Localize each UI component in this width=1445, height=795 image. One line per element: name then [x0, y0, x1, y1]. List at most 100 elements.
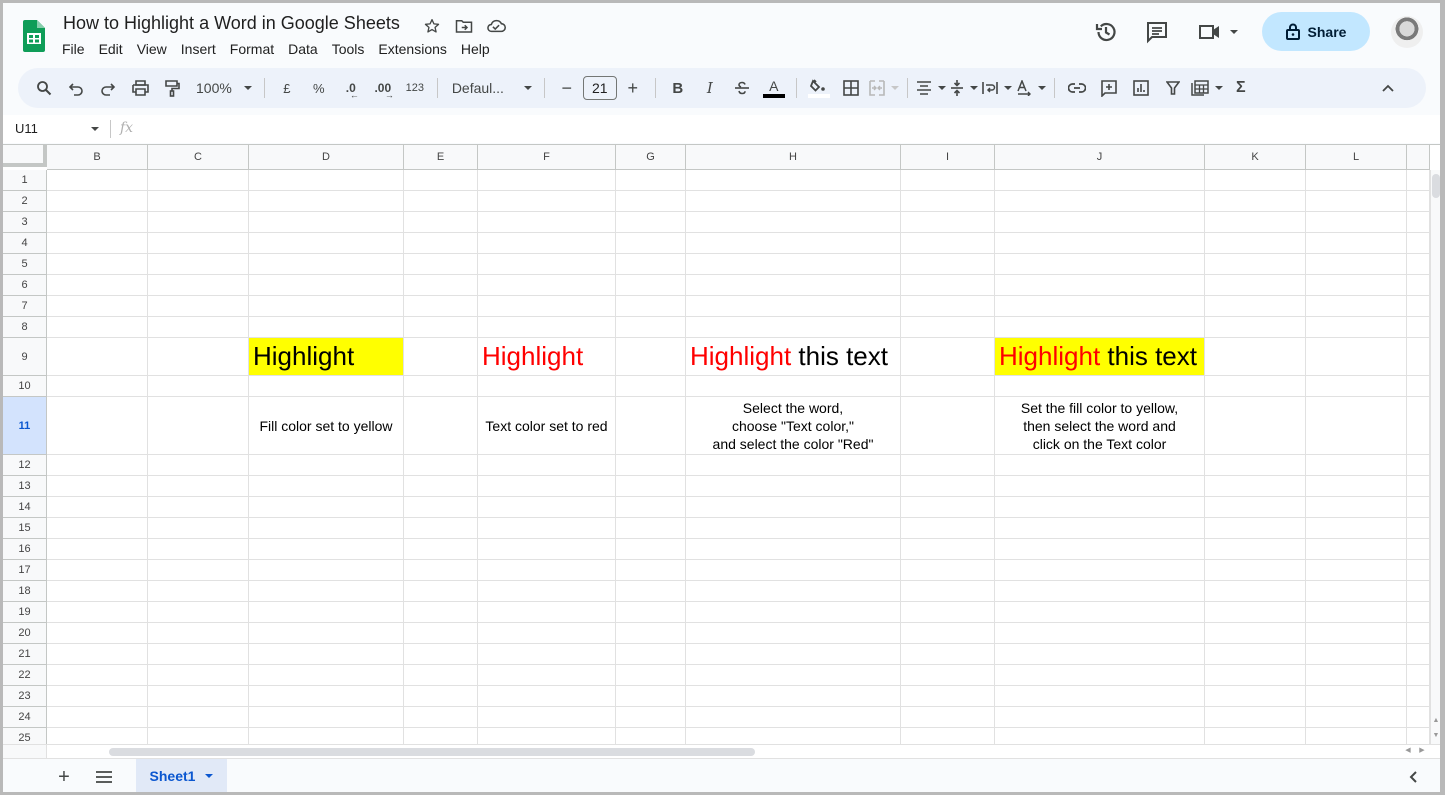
cell-d11[interactable]: Fill color set to yellow	[249, 397, 404, 455]
menu-data[interactable]: Data	[281, 39, 325, 59]
row-header-13[interactable]: 13	[3, 476, 47, 497]
cell-j20[interactable]	[995, 623, 1205, 644]
cell-i1[interactable]	[901, 170, 995, 191]
cell-k14[interactable]	[1205, 497, 1306, 518]
cell-g24[interactable]	[616, 707, 686, 728]
cloud-saved-icon[interactable]	[485, 15, 507, 37]
cell-l21[interactable]	[1306, 644, 1407, 665]
cell-m12[interactable]	[1407, 455, 1430, 476]
cell-b9[interactable]	[47, 338, 148, 376]
borders-icon[interactable]	[837, 74, 865, 102]
cell-l9[interactable]	[1306, 338, 1407, 376]
cell-i22[interactable]	[901, 665, 995, 686]
cell-b5[interactable]	[47, 254, 148, 275]
cell-k3[interactable]	[1205, 212, 1306, 233]
cell-k12[interactable]	[1205, 455, 1306, 476]
cell-c14[interactable]	[148, 497, 249, 518]
cell-h22[interactable]	[686, 665, 901, 686]
scroll-down-icon[interactable]: ▼	[1431, 732, 1440, 744]
cell-m17[interactable]	[1407, 560, 1430, 581]
cell-k4[interactable]	[1205, 233, 1306, 254]
cell-d21[interactable]	[249, 644, 404, 665]
cell-b13[interactable]	[47, 476, 148, 497]
cell-b11[interactable]	[47, 397, 148, 455]
cell-d22[interactable]	[249, 665, 404, 686]
cell-h14[interactable]	[686, 497, 901, 518]
cell-j16[interactable]	[995, 539, 1205, 560]
cell-g20[interactable]	[616, 623, 686, 644]
search-menus-icon[interactable]	[30, 74, 58, 102]
cell-e15[interactable]	[404, 518, 478, 539]
cell-b6[interactable]	[47, 275, 148, 296]
cell-j19[interactable]	[995, 602, 1205, 623]
cell-d9[interactable]: Highlight	[249, 338, 404, 376]
column-header-b[interactable]: B	[47, 145, 148, 170]
cell-e3[interactable]	[404, 212, 478, 233]
cell-g12[interactable]	[616, 455, 686, 476]
cell-f5[interactable]	[478, 254, 616, 275]
column-header-m[interactable]	[1407, 145, 1430, 170]
sheet-tab-sheet1[interactable]: Sheet1	[136, 759, 227, 792]
cell-l10[interactable]	[1306, 376, 1407, 397]
cell-e18[interactable]	[404, 581, 478, 602]
cell-k13[interactable]	[1205, 476, 1306, 497]
cell-c1[interactable]	[148, 170, 249, 191]
cell-j9[interactable]: Highlight this text	[995, 338, 1205, 376]
formula-input[interactable]	[143, 115, 1433, 143]
cell-l19[interactable]	[1306, 602, 1407, 623]
cell-i2[interactable]	[901, 191, 995, 212]
row-header-11[interactable]: 11	[3, 397, 47, 455]
cell-c5[interactable]	[148, 254, 249, 275]
zoom-select[interactable]: 100%	[190, 74, 256, 102]
bold-button[interactable]: B	[664, 74, 692, 102]
cell-e7[interactable]	[404, 296, 478, 317]
cell-h3[interactable]	[686, 212, 901, 233]
cell-c19[interactable]	[148, 602, 249, 623]
cell-f20[interactable]	[478, 623, 616, 644]
cell-b12[interactable]	[47, 455, 148, 476]
cell-b2[interactable]	[47, 191, 148, 212]
cell-d10[interactable]	[249, 376, 404, 397]
currency-format-button[interactable]: £	[273, 74, 301, 102]
fill-color-button[interactable]	[805, 74, 833, 102]
row-header-7[interactable]: 7	[3, 296, 47, 317]
cell-j1[interactable]	[995, 170, 1205, 191]
cell-j4[interactable]	[995, 233, 1205, 254]
row-header-3[interactable]: 3	[3, 212, 47, 233]
cell-c9[interactable]	[148, 338, 249, 376]
cell-j8[interactable]	[995, 317, 1205, 338]
cell-b7[interactable]	[47, 296, 148, 317]
cell-c13[interactable]	[148, 476, 249, 497]
cell-d24[interactable]	[249, 707, 404, 728]
cell-j5[interactable]	[995, 254, 1205, 275]
scroll-right-icon[interactable]: ▶	[1415, 746, 1429, 757]
vertical-align-button[interactable]	[950, 74, 978, 102]
cell-g9[interactable]	[616, 338, 686, 376]
cell-l20[interactable]	[1306, 623, 1407, 644]
cell-e2[interactable]	[404, 191, 478, 212]
cell-f8[interactable]	[478, 317, 616, 338]
cell-b18[interactable]	[47, 581, 148, 602]
cell-j24[interactable]	[995, 707, 1205, 728]
cell-c23[interactable]	[148, 686, 249, 707]
cell-f1[interactable]	[478, 170, 616, 191]
text-rotation-button[interactable]	[1016, 74, 1046, 102]
cell-i20[interactable]	[901, 623, 995, 644]
cell-e9[interactable]	[404, 338, 478, 376]
row-header-16[interactable]: 16	[3, 539, 47, 560]
cell-f3[interactable]	[478, 212, 616, 233]
move-to-folder-icon[interactable]	[453, 15, 475, 37]
cell-c20[interactable]	[148, 623, 249, 644]
increase-font-size-button[interactable]: +	[619, 74, 647, 102]
cell-m7[interactable]	[1407, 296, 1430, 317]
cell-c4[interactable]	[148, 233, 249, 254]
cell-j3[interactable]	[995, 212, 1205, 233]
cell-f17[interactable]	[478, 560, 616, 581]
column-header-e[interactable]: E	[404, 145, 478, 170]
cell-l3[interactable]	[1306, 212, 1407, 233]
percent-format-button[interactable]: %	[305, 74, 333, 102]
insert-chart-icon[interactable]	[1127, 74, 1155, 102]
cell-g5[interactable]	[616, 254, 686, 275]
cell-g2[interactable]	[616, 191, 686, 212]
cell-e14[interactable]	[404, 497, 478, 518]
